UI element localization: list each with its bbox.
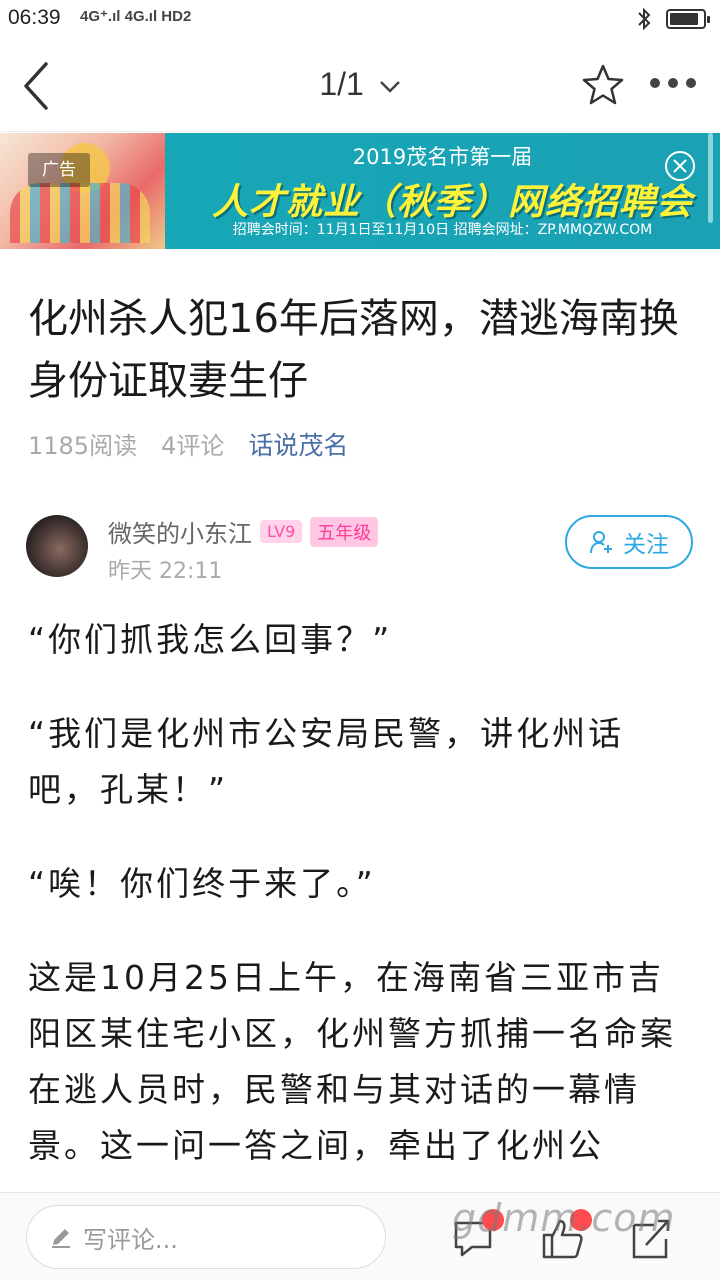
post-time: 昨天 22:11 — [108, 559, 223, 584]
article-body: “你们抓我怎么回事？” “我们是化州市公安局民警，讲化州话吧，孔某！” “唉！你… — [28, 612, 694, 1212]
follow-label: 关注 — [623, 532, 669, 558]
ad-details: 招聘会时间：11月1日至11月10日 招聘会网址：ZP.MMQZW.COM — [232, 222, 653, 238]
status-right — [636, 7, 710, 31]
signal-indicators: 4G⁺.ıl 4G.ıl HD2 — [80, 8, 192, 25]
comment-placeholder: 写评论... — [83, 1225, 178, 1254]
paragraph: “我们是化州市公安局民警，讲化州话吧，孔某！” — [28, 714, 625, 809]
read-count: 1185阅读 — [28, 432, 138, 460]
ad-illustration — [0, 133, 165, 249]
pencil-icon — [52, 1229, 70, 1248]
paragraph: 这是10月25日上午，在海南省三亚市吉阳区某住宅小区，化州警方抓捕一名命案在逃人… — [28, 958, 676, 1165]
more-dots-icon[interactable] — [650, 78, 696, 92]
close-icon[interactable] — [664, 150, 696, 182]
ad-scrollbar — [708, 133, 713, 223]
follow-button[interactable]: 关注 — [565, 515, 693, 569]
top-nav-bar: 1/1 — [0, 44, 720, 132]
article-title: 化州杀人犯16年后落网，潜逃海南换身份证取妻生仔 — [28, 296, 679, 404]
ad-banner[interactable]: 广告 2019茂名市第一届 人才就业（秋季）网络招聘会 招聘会时间：11月1日至… — [0, 133, 720, 249]
forum-link[interactable]: 话说茂名 — [248, 426, 348, 462]
author-name[interactable]: 微笑的小东江 — [108, 514, 252, 549]
status-bar: 06:39 4G⁺.ıl 4G.ıl HD2 — [0, 0, 720, 40]
ad-content: 2019茂名市第一届 人才就业（秋季）网络招聘会 招聘会时间：11月1日至11月… — [165, 133, 720, 249]
star-icon[interactable] — [580, 62, 626, 108]
author-info: 微笑的小东江 LV9 五年级 — [108, 514, 379, 549]
ad-tag: 广告 — [28, 153, 90, 187]
chevron-down-icon — [379, 80, 400, 93]
comment-input[interactable]: 写评论... — [26, 1205, 386, 1269]
battery-icon — [666, 9, 710, 29]
ad-title: 人才就业（秋季）网络招聘会 — [211, 182, 693, 223]
battery-level — [670, 13, 699, 25]
add-user-icon — [590, 531, 612, 554]
paragraph: “唉！你们终于来了。” — [28, 864, 376, 903]
grade-badge: 五年级 — [310, 516, 379, 547]
ad-headline: 2019茂名市第一届 — [352, 145, 533, 169]
watermark: gdmm.com — [452, 1196, 676, 1240]
level-badge: LV9 — [260, 520, 303, 543]
avatar[interactable] — [26, 515, 88, 577]
paragraph: “你们抓我怎么回事？” — [28, 620, 393, 659]
article-meta: 1185阅读 4评论 话说茂名 — [28, 426, 348, 462]
status-time: 06:39 — [8, 6, 61, 29]
comment-count: 4评论 — [161, 432, 225, 460]
page-indicator-label: 1/1 — [319, 66, 364, 102]
bluetooth-icon — [638, 7, 651, 31]
